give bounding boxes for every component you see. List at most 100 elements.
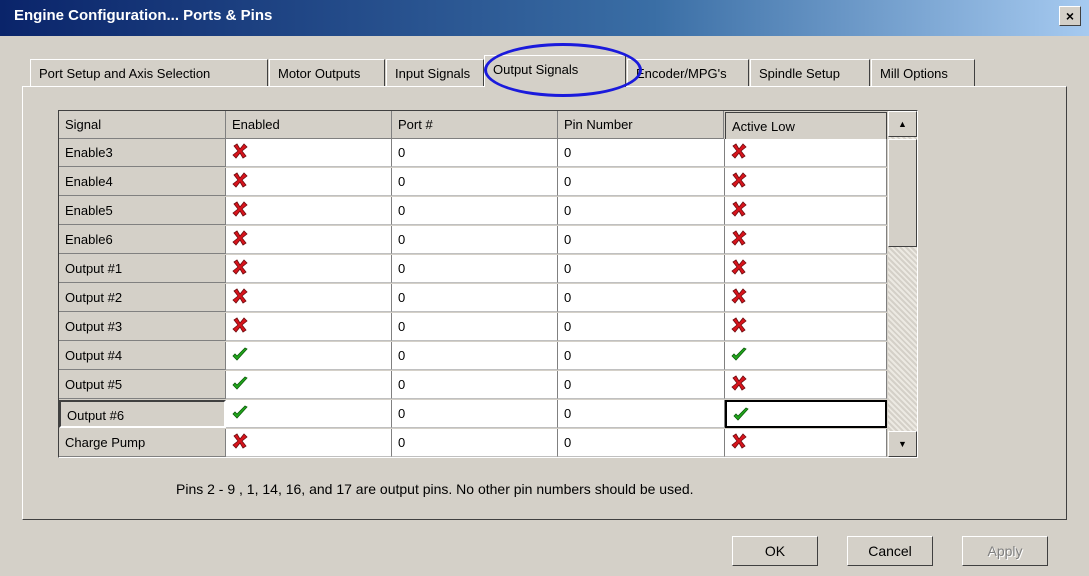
port-cell[interactable]: 0 (392, 255, 558, 283)
signal-name-cell[interactable]: Enable6 (59, 226, 226, 254)
x-icon (731, 288, 747, 304)
signal-name-cell[interactable]: Output #3 (59, 313, 226, 341)
table-row: Enable4 0 0 (59, 168, 887, 196)
pin-number-cell[interactable]: 0 (558, 371, 725, 399)
active-low-cell[interactable] (725, 284, 887, 312)
signal-name-cell[interactable]: Output #2 (59, 284, 226, 312)
x-icon (232, 288, 248, 304)
port-cell[interactable]: 0 (392, 400, 558, 428)
tab-input-signals[interactable]: Input Signals (386, 59, 484, 86)
tab-motor-outputs[interactable]: Motor Outputs (269, 59, 385, 86)
active-low-cell[interactable] (725, 429, 887, 457)
column-header-pin-number[interactable]: Pin Number (558, 111, 724, 139)
table-row: Output #3 0 0 (59, 313, 887, 341)
table-row: Enable5 0 0 (59, 197, 887, 225)
title-bar: Engine Configuration... Ports & Pins × (0, 0, 1089, 36)
scroll-down-button[interactable]: ▼ (888, 431, 917, 457)
scroll-up-button[interactable]: ▲ (888, 111, 917, 137)
column-header-port[interactable]: Port # (392, 111, 558, 139)
enabled-cell[interactable] (226, 139, 392, 167)
pin-number-cell[interactable]: 0 (558, 400, 725, 428)
cancel-button[interactable]: Cancel (847, 536, 933, 566)
check-icon (731, 347, 747, 361)
signal-name-cell[interactable]: Enable5 (59, 197, 226, 225)
pin-number-cell[interactable]: 0 (558, 284, 725, 312)
active-low-cell[interactable] (725, 255, 887, 283)
pin-number-cell[interactable]: 0 (558, 313, 725, 341)
enabled-cell[interactable] (226, 197, 392, 225)
table-row: Enable3 0 0 (59, 139, 887, 167)
signal-name-cell[interactable]: Output #5 (59, 371, 226, 399)
pin-number-cell[interactable]: 0 (558, 255, 725, 283)
x-icon (731, 143, 747, 159)
x-icon (232, 143, 248, 159)
ok-button[interactable]: OK (732, 536, 818, 566)
enabled-cell[interactable] (226, 429, 392, 457)
active-low-cell[interactable] (725, 139, 887, 167)
pin-number-cell[interactable]: 0 (558, 226, 725, 254)
signal-name-cell[interactable]: Enable4 (59, 168, 226, 196)
active-low-cell[interactable] (725, 313, 887, 341)
table-row: Output #1 0 0 (59, 255, 887, 283)
apply-button[interactable]: Apply (962, 536, 1048, 566)
x-icon (731, 317, 747, 333)
enabled-cell[interactable] (226, 371, 392, 399)
x-icon (232, 230, 248, 246)
port-cell[interactable]: 0 (392, 139, 558, 167)
signal-name-cell[interactable]: Output #6 (59, 400, 226, 428)
check-icon (232, 347, 248, 361)
x-icon (232, 433, 248, 449)
enabled-cell[interactable] (226, 313, 392, 341)
pin-number-cell[interactable]: 0 (558, 139, 725, 167)
table-row: Output #2 0 0 (59, 284, 887, 312)
column-header-signal[interactable]: Signal (59, 111, 226, 139)
tab-port-setup[interactable]: Port Setup and Axis Selection (30, 59, 268, 86)
scroll-thumb[interactable] (888, 139, 917, 247)
enabled-cell[interactable] (226, 400, 392, 428)
enabled-cell[interactable] (226, 226, 392, 254)
port-cell[interactable]: 0 (392, 197, 558, 225)
x-icon (731, 201, 747, 217)
tab-mill-options[interactable]: Mill Options (871, 59, 975, 86)
vertical-scrollbar[interactable]: ▲ ▼ (888, 111, 917, 457)
port-cell[interactable]: 0 (392, 226, 558, 254)
active-low-cell[interactable] (725, 226, 887, 254)
signal-name-cell[interactable]: Output #4 (59, 342, 226, 370)
window-title: Engine Configuration... Ports & Pins (14, 7, 273, 24)
table-row: Output #6 0 0 (59, 400, 887, 428)
tab-spindle-setup[interactable]: Spindle Setup (750, 59, 870, 86)
signal-name-cell[interactable]: Enable3 (59, 139, 226, 167)
enabled-cell[interactable] (226, 255, 392, 283)
pin-number-cell[interactable]: 0 (558, 429, 725, 457)
tab-encoder-mpg[interactable]: Encoder/MPG's (627, 59, 749, 86)
x-icon (731, 375, 747, 391)
active-low-cell[interactable] (725, 400, 887, 428)
active-low-cell[interactable] (725, 197, 887, 225)
active-low-cell[interactable] (725, 371, 887, 399)
pin-number-cell[interactable]: 0 (558, 197, 725, 225)
close-button[interactable]: × (1059, 6, 1081, 26)
port-cell[interactable]: 0 (392, 429, 558, 457)
active-low-cell[interactable] (725, 342, 887, 370)
port-cell[interactable]: 0 (392, 168, 558, 196)
enabled-cell[interactable] (226, 284, 392, 312)
column-header-active-low[interactable]: Active Low (725, 112, 887, 140)
port-cell[interactable]: 0 (392, 284, 558, 312)
signal-name-cell[interactable]: Charge Pump (59, 429, 226, 457)
port-cell[interactable]: 0 (392, 371, 558, 399)
port-cell[interactable]: 0 (392, 342, 558, 370)
check-icon (232, 405, 248, 419)
port-cell[interactable]: 0 (392, 313, 558, 341)
active-low-cell[interactable] (725, 168, 887, 196)
pin-number-cell[interactable]: 0 (558, 342, 725, 370)
pins-note: Pins 2 - 9 , 1, 14, 16, and 17 are outpu… (176, 481, 694, 497)
x-icon (731, 172, 747, 188)
table-row: Output #4 0 0 (59, 342, 887, 370)
tab-output-signals[interactable]: Output Signals (484, 55, 626, 87)
column-header-enabled[interactable]: Enabled (226, 111, 392, 139)
table-row: Output #5 0 0 (59, 371, 887, 399)
pin-number-cell[interactable]: 0 (558, 168, 725, 196)
enabled-cell[interactable] (226, 342, 392, 370)
signal-name-cell[interactable]: Output #1 (59, 255, 226, 283)
enabled-cell[interactable] (226, 168, 392, 196)
